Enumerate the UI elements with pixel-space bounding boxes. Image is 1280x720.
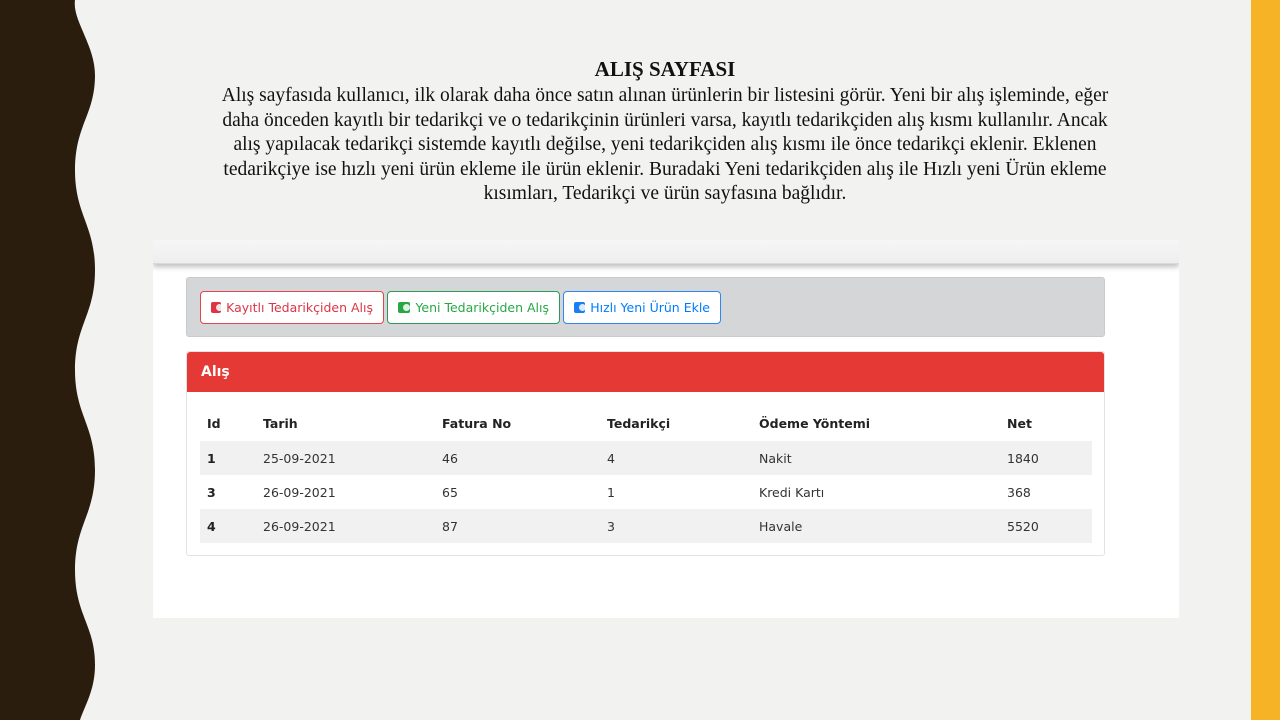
column-header-invoice-no[interactable]: Fatura No bbox=[435, 406, 600, 441]
slide-title: ALIŞ SAYFASI bbox=[594, 57, 736, 81]
table-row[interactable]: 4 26-09-2021 87 3 Havale 5520 bbox=[200, 509, 1092, 543]
new-supplier-purchase-button[interactable]: Yeni Tedarikçiden Alış bbox=[387, 291, 560, 324]
money-bill-icon bbox=[398, 302, 411, 313]
purchase-card: Alış Id Tarih Fatura No Tedarikçi Ödeme … bbox=[186, 351, 1105, 556]
table-row[interactable]: 3 26-09-2021 65 1 Kredi Kartı 368 bbox=[200, 475, 1092, 509]
cell-payment-method: Havale bbox=[752, 509, 1000, 543]
cell-date: 26-09-2021 bbox=[263, 484, 336, 500]
decorative-gold-band bbox=[1251, 0, 1280, 720]
column-header-net[interactable]: Net bbox=[1000, 406, 1092, 441]
description-line: tedarikçiye ise hızlı yeni ürün ekleme i… bbox=[223, 158, 1107, 180]
column-header-id[interactable]: Id bbox=[200, 406, 256, 441]
cell-id: 4 bbox=[200, 509, 256, 543]
cell-supplier: 3 bbox=[600, 509, 752, 543]
registered-supplier-purchase-button[interactable]: Kayıtlı Tedarikçiden Alış bbox=[200, 291, 384, 324]
cell-payment-method: Kredi Kartı bbox=[759, 484, 825, 500]
slide-description: Alış sayfasıda kullanıcı, ilk olarak dah… bbox=[165, 84, 1165, 207]
cell-net: 1840 bbox=[1000, 441, 1092, 475]
description-line: alış yapılacak tedarikçi sistemde kayıtl… bbox=[233, 134, 1097, 155]
cell-net: 368 bbox=[1007, 484, 1031, 500]
app-screenshot: Kayıtlı Tedarikçiden Alış Yeni Tedarikçi… bbox=[153, 240, 1179, 618]
cell-supplier: 1 bbox=[607, 484, 615, 500]
button-label: Kayıtlı Tedarikçiden Alış bbox=[226, 300, 373, 315]
cell-supplier: 4 bbox=[600, 441, 752, 475]
column-header-supplier[interactable]: Tedarikçi bbox=[600, 406, 752, 441]
money-bill-icon bbox=[574, 302, 587, 313]
cell-id: 1 bbox=[200, 441, 256, 475]
cell-invoice-no: 65 bbox=[442, 484, 458, 500]
cell-id: 3 bbox=[207, 484, 216, 500]
cell-net: 5520 bbox=[1000, 509, 1092, 543]
decorative-wave-band bbox=[0, 0, 95, 720]
description-line: kısımları, Tedarikçi ve ürün sayfasına b… bbox=[483, 183, 847, 204]
quick-add-product-button[interactable]: Hızlı Yeni Ürün Ekle bbox=[563, 291, 721, 324]
card-title: Alış bbox=[187, 352, 1104, 392]
button-label: Hızlı Yeni Ürün Ekle bbox=[590, 300, 710, 315]
cell-payment-method: Nakit bbox=[752, 441, 1000, 475]
table-header-row: Id Tarih Fatura No Tedarikçi Ödeme Yönte… bbox=[200, 406, 1092, 441]
money-bill-icon bbox=[211, 302, 224, 313]
cell-date: 26-09-2021 bbox=[256, 509, 435, 543]
cell-date: 25-09-2021 bbox=[256, 441, 435, 475]
cell-invoice-no: 46 bbox=[435, 441, 600, 475]
description-line: Alış sayfasıda kullanıcı, ilk olarak dah… bbox=[221, 85, 1109, 106]
action-toolbar: Kayıtlı Tedarikçiden Alış Yeni Tedarikçi… bbox=[186, 277, 1105, 337]
app-navbar bbox=[153, 240, 1179, 264]
table-row[interactable]: 1 25-09-2021 46 4 Nakit 1840 bbox=[200, 441, 1092, 475]
purchase-table: Id Tarih Fatura No Tedarikçi Ödeme Yönte… bbox=[200, 406, 1092, 543]
description-line: daha önceden kayıtlı bir tedarikçi ve o … bbox=[222, 109, 1108, 131]
column-header-payment-method[interactable]: Ödeme Yöntemi bbox=[752, 406, 1000, 441]
column-header-date[interactable]: Tarih bbox=[256, 406, 435, 441]
button-label: Yeni Tedarikçiden Alış bbox=[415, 300, 549, 315]
cell-invoice-no: 87 bbox=[435, 509, 600, 543]
